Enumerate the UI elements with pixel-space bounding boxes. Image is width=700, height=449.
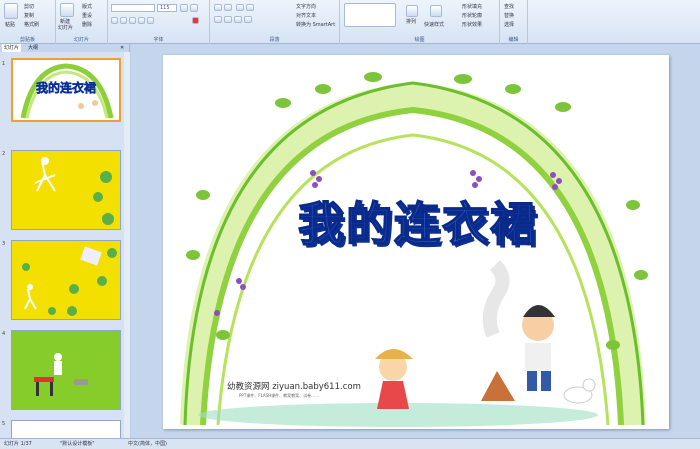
close-pane-icon[interactable]: ✕ <box>118 44 126 52</box>
decrease-indent-icon[interactable] <box>236 4 244 11</box>
shape-outline-button[interactable]: 形状轮廓 <box>462 12 482 19</box>
paste-icon[interactable] <box>4 3 18 19</box>
pane-tabs: 幻灯片 大纲 ✕ <box>0 44 129 52</box>
font-group-label: 字体 <box>153 37 164 43</box>
thumb-art-1: 我的连衣裙 <box>20 63 114 119</box>
editing-group-label: 编辑 <box>508 37 519 43</box>
quick-styles-icon[interactable] <box>430 5 442 17</box>
italic-icon[interactable] <box>120 17 127 24</box>
layout-button[interactable]: 版式 <box>82 3 92 10</box>
clipboard-group: 粘贴 剪切 复制 格式刷 剪贴板 <box>0 0 56 44</box>
align-text-button[interactable]: 对齐文本 <box>296 12 316 19</box>
new-slide-label-2[interactable]: 幻灯片 <box>58 24 73 31</box>
slide-count: 幻灯片 1/37 <box>4 441 32 447</box>
shape-effects-button[interactable]: 形状效果 <box>462 21 482 28</box>
slide-thumbnail-3[interactable] <box>11 240 121 320</box>
editing-group: 查找 替换 选择 编辑 <box>500 0 528 44</box>
slide-number: 4 <box>2 331 6 337</box>
align-center-icon[interactable] <box>224 16 232 23</box>
shadow-icon[interactable] <box>147 17 154 24</box>
slide-thumbnail-5[interactable] <box>11 420 121 438</box>
justify-icon[interactable] <box>244 16 252 23</box>
copy-button[interactable]: 复制 <box>24 12 34 19</box>
slide-number: 5 <box>2 421 6 427</box>
align-left-icon[interactable] <box>214 16 222 23</box>
pane-scrollbar[interactable] <box>124 52 130 438</box>
select-button[interactable]: 选择 <box>504 21 514 28</box>
tab-outline[interactable]: 大纲 <box>26 44 40 52</box>
increase-indent-icon[interactable] <box>246 4 254 11</box>
slide-thumbnail-4[interactable] <box>11 330 121 410</box>
slide-thumbnail-1[interactable]: 我的连衣裙 <box>11 58 121 122</box>
theme-name: "默认设计模板" <box>60 441 95 447</box>
shrink-font-icon[interactable] <box>190 4 198 12</box>
slide-number: 3 <box>2 241 6 247</box>
strikethrough-icon[interactable] <box>138 17 145 24</box>
slide-number: 1 <box>2 61 6 67</box>
delete-button[interactable]: 删除 <box>82 21 92 28</box>
font-group: 115 字体 <box>108 0 210 44</box>
thumb-art-2 <box>34 157 114 225</box>
shape-fill-button[interactable]: 形状填充 <box>462 3 482 10</box>
smartart-button[interactable]: 转换为 SmartArt <box>296 21 335 28</box>
drawing-group: 排列 快速样式 形状填充 形状轮廓 形状效果 绘图 <box>340 0 500 44</box>
cut-button[interactable]: 剪切 <box>24 3 34 10</box>
slide-title[interactable]: 我的连衣裙 <box>218 188 618 254</box>
ribbon: 粘贴 剪切 复制 格式刷 剪贴板 新建 幻灯片 版式 重设 删除 幻灯片 115… <box>0 0 700 44</box>
grow-font-icon[interactable] <box>180 4 188 12</box>
thumb-art-4 <box>34 353 88 396</box>
clipboard-group-label: 剪贴板 <box>19 37 35 43</box>
drawing-group-label: 绘图 <box>414 37 425 43</box>
shapes-gallery[interactable] <box>344 3 396 27</box>
tab-slides[interactable]: 幻灯片 <box>2 44 22 52</box>
underline-icon[interactable] <box>129 17 136 24</box>
slides-group-label: 幻灯片 <box>73 37 89 43</box>
replace-button[interactable]: 替换 <box>504 12 514 19</box>
status-bar: 幻灯片 1/37 "默认设计模板" 中文(简体，中国) <box>0 438 700 449</box>
slide-number: 2 <box>2 151 6 157</box>
bold-icon[interactable] <box>111 17 118 24</box>
slide-brand-text: 幼教资源网 ziyuan.baby611.com <box>227 382 361 392</box>
bullets-icon[interactable] <box>214 4 222 11</box>
paragraph-group: 文字方向 对齐文本 转换为 SmartArt 段落 <box>210 0 340 44</box>
find-button[interactable]: 查找 <box>504 3 514 10</box>
paragraph-group-label: 段落 <box>269 37 280 43</box>
language: 中文(简体，中国) <box>128 441 167 447</box>
align-right-icon[interactable] <box>234 16 242 23</box>
font-color-icon[interactable] <box>192 17 199 24</box>
arrange-button[interactable]: 排列 <box>406 18 416 25</box>
paste-label[interactable]: 粘贴 <box>5 21 15 28</box>
reset-button[interactable]: 重设 <box>82 12 92 19</box>
text-direction-button[interactable]: 文字方向 <box>296 3 316 10</box>
slide-brand-subtext: PPT课件、FLASH课件、教案教案、试卷…… <box>239 393 320 398</box>
slide-canvas[interactable]: 我的连衣裙 幼教资源网 ziyuan.baby611.com PPT课件、FLA… <box>163 55 669 429</box>
slide-thumbnail-2[interactable] <box>11 150 121 230</box>
arrange-icon[interactable] <box>406 5 418 17</box>
slide-editor: 我的连衣裙 幼教资源网 ziyuan.baby611.com PPT课件、FLA… <box>131 44 700 438</box>
thumb-art-3 <box>22 246 117 316</box>
font-name-field[interactable] <box>111 4 155 12</box>
slides-group: 新建 幻灯片 版式 重设 删除 幻灯片 <box>56 0 108 44</box>
new-slide-icon[interactable] <box>60 3 74 17</box>
slides-pane: 幻灯片 大纲 ✕ 1 我的连衣裙 2 3 4 5 <box>0 44 130 438</box>
quick-styles-button[interactable]: 快速样式 <box>424 21 444 28</box>
numbering-icon[interactable] <box>224 4 232 11</box>
font-size-field[interactable]: 115 <box>157 4 177 12</box>
svg-text:我的连衣裙: 我的连衣裙 <box>36 80 96 95</box>
format-painter-button[interactable]: 格式刷 <box>24 21 39 28</box>
